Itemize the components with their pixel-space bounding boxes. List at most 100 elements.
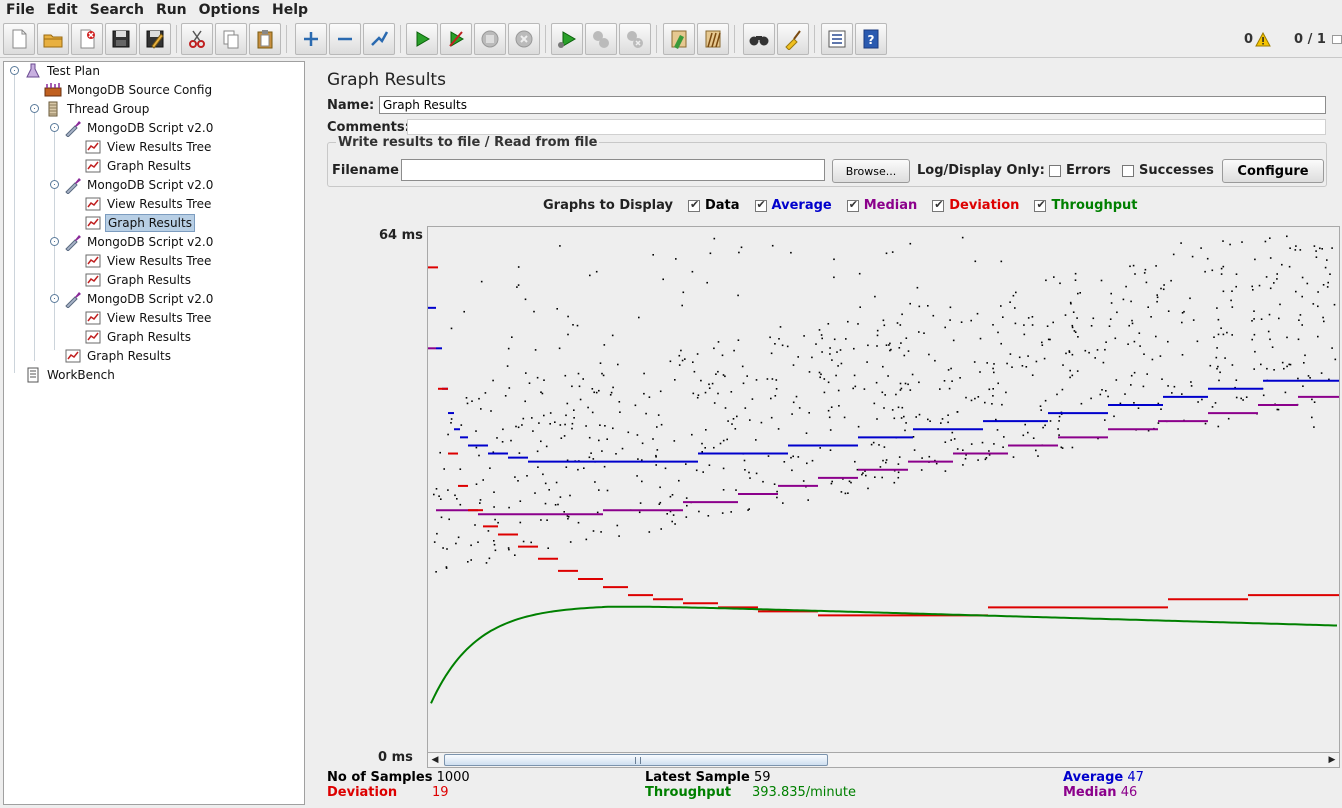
tree-node[interactable]: MongoDB Source Config bbox=[44, 81, 214, 99]
data-point bbox=[526, 475, 528, 477]
tree-node[interactable]: Graph Results bbox=[64, 347, 173, 365]
data-point bbox=[1235, 396, 1238, 399]
data-point bbox=[1211, 269, 1214, 272]
filename-input[interactable] bbox=[401, 159, 825, 181]
data-point bbox=[820, 334, 823, 336]
show-median-option[interactable]: Median bbox=[846, 198, 917, 213]
tree-expand-toggle[interactable] bbox=[50, 123, 59, 132]
search-icon[interactable] bbox=[743, 23, 775, 55]
tree-node[interactable]: Graph Results bbox=[84, 328, 193, 346]
remote-start-icon[interactable] bbox=[551, 23, 583, 55]
menu-options[interactable]: Options bbox=[193, 2, 266, 18]
expand-icon[interactable] bbox=[295, 23, 327, 55]
new-icon[interactable] bbox=[3, 23, 35, 55]
data-point bbox=[852, 387, 854, 390]
data-point bbox=[478, 397, 480, 400]
scroll-thumb[interactable] bbox=[444, 754, 828, 766]
tree-expand-toggle[interactable] bbox=[10, 66, 19, 75]
save-icon[interactable] bbox=[105, 23, 137, 55]
tree-node[interactable]: WorkBench bbox=[24, 366, 117, 384]
function-helper-icon[interactable] bbox=[821, 23, 853, 55]
show-average-option[interactable]: Average bbox=[754, 198, 832, 213]
remote-stop-icon[interactable] bbox=[585, 23, 617, 55]
tree-node-label: MongoDB Script v2.0 bbox=[87, 292, 214, 306]
data-point bbox=[555, 481, 558, 484]
data-point bbox=[724, 407, 727, 409]
save-as-icon[interactable] bbox=[139, 23, 171, 55]
listener-icon bbox=[84, 157, 102, 175]
tree-expand-toggle[interactable] bbox=[50, 237, 59, 246]
data-point bbox=[595, 391, 598, 394]
tree-node[interactable]: MongoDB Script v2.0 bbox=[64, 233, 215, 251]
tree-node[interactable]: Graph Results bbox=[84, 214, 195, 232]
scroll-right-icon[interactable]: ▶ bbox=[1325, 753, 1339, 767]
graph-results-panel: Graph Results Name: Comments: Write resu… bbox=[317, 61, 1342, 808]
cut-icon[interactable] bbox=[181, 23, 213, 55]
tree-expand-toggle[interactable] bbox=[30, 104, 39, 113]
remote-shutdown-icon[interactable] bbox=[619, 23, 651, 55]
tree-node[interactable]: Graph Results bbox=[84, 157, 193, 175]
tree-node[interactable]: Thread Group bbox=[44, 100, 151, 118]
start-icon[interactable] bbox=[406, 23, 438, 55]
tree-node[interactable]: View Results Tree bbox=[84, 309, 213, 327]
tree-node[interactable]: MongoDB Script v2.0 bbox=[64, 176, 215, 194]
menu-run[interactable]: Run bbox=[150, 2, 193, 18]
tree-expand-toggle[interactable] bbox=[50, 294, 59, 303]
tree-node[interactable]: MongoDB Script v2.0 bbox=[64, 290, 215, 308]
tree-expand-toggle[interactable] bbox=[50, 180, 59, 189]
show-deviation-checkbox[interactable] bbox=[932, 198, 945, 212]
warning-icon[interactable] bbox=[1255, 31, 1271, 50]
menu-search[interactable]: Search bbox=[84, 2, 150, 18]
open-icon[interactable] bbox=[37, 23, 69, 55]
shutdown-icon[interactable] bbox=[508, 23, 540, 55]
show-average-checkbox[interactable] bbox=[754, 198, 767, 212]
successes-checkbox[interactable] bbox=[1122, 164, 1134, 177]
data-point bbox=[836, 351, 838, 353]
toggle-icon[interactable] bbox=[363, 23, 395, 55]
tree-node[interactable]: View Results Tree bbox=[84, 252, 213, 270]
tree-node[interactable]: MongoDB Script v2.0 bbox=[64, 119, 215, 137]
paste-icon[interactable] bbox=[249, 23, 281, 55]
data-point bbox=[921, 457, 923, 459]
errors-option[interactable]: Errors bbox=[1049, 163, 1111, 178]
menu-edit[interactable]: Edit bbox=[41, 2, 84, 18]
data-point bbox=[517, 426, 520, 429]
menu-help[interactable]: Help bbox=[266, 2, 314, 18]
show-throughput-checkbox[interactable] bbox=[1034, 198, 1047, 212]
close-file-icon[interactable] bbox=[71, 23, 103, 55]
tree-node[interactable]: Test Plan bbox=[24, 62, 102, 80]
show-data-option[interactable]: Data bbox=[687, 198, 740, 213]
successes-option[interactable]: Successes bbox=[1122, 163, 1214, 178]
comments-field[interactable] bbox=[407, 119, 1326, 135]
show-data-checkbox[interactable] bbox=[687, 198, 700, 212]
name-field[interactable] bbox=[379, 96, 1326, 114]
menu-file[interactable]: File bbox=[0, 2, 41, 18]
stop-icon[interactable] bbox=[474, 23, 506, 55]
tree-node[interactable]: View Results Tree bbox=[84, 195, 213, 213]
errors-checkbox[interactable] bbox=[1049, 164, 1061, 177]
show-median-checkbox[interactable] bbox=[846, 198, 859, 212]
collapse-icon[interactable] bbox=[329, 23, 361, 55]
data-point bbox=[455, 542, 457, 545]
clear-icon[interactable] bbox=[663, 23, 695, 55]
clear-all-icon[interactable] bbox=[697, 23, 729, 55]
browse-button[interactable]: Browse... bbox=[832, 159, 910, 183]
configure-button[interactable]: Configure bbox=[1222, 159, 1324, 183]
start-no-pause-icon[interactable] bbox=[440, 23, 472, 55]
data-point bbox=[992, 388, 994, 390]
graph-scrollbar[interactable]: ◀ ▶ bbox=[427, 752, 1340, 768]
show-deviation-option[interactable]: Deviation bbox=[932, 198, 1019, 213]
data-point bbox=[1076, 370, 1079, 372]
data-point bbox=[1025, 366, 1028, 368]
scroll-left-icon[interactable]: ◀ bbox=[428, 753, 442, 767]
copy-icon[interactable] bbox=[215, 23, 247, 55]
log-viewer-toggle[interactable] bbox=[1332, 35, 1342, 44]
help-icon[interactable]: ? bbox=[855, 23, 887, 55]
file-group-legend: Write results to file / Read from file bbox=[336, 135, 600, 150]
reset-search-icon[interactable] bbox=[777, 23, 809, 55]
tree-node[interactable]: Graph Results bbox=[84, 271, 193, 289]
tree-node[interactable]: View Results Tree bbox=[84, 138, 213, 156]
show-throughput-option[interactable]: Throughput bbox=[1034, 198, 1138, 213]
data-point bbox=[1191, 255, 1194, 258]
data-point bbox=[854, 460, 856, 463]
